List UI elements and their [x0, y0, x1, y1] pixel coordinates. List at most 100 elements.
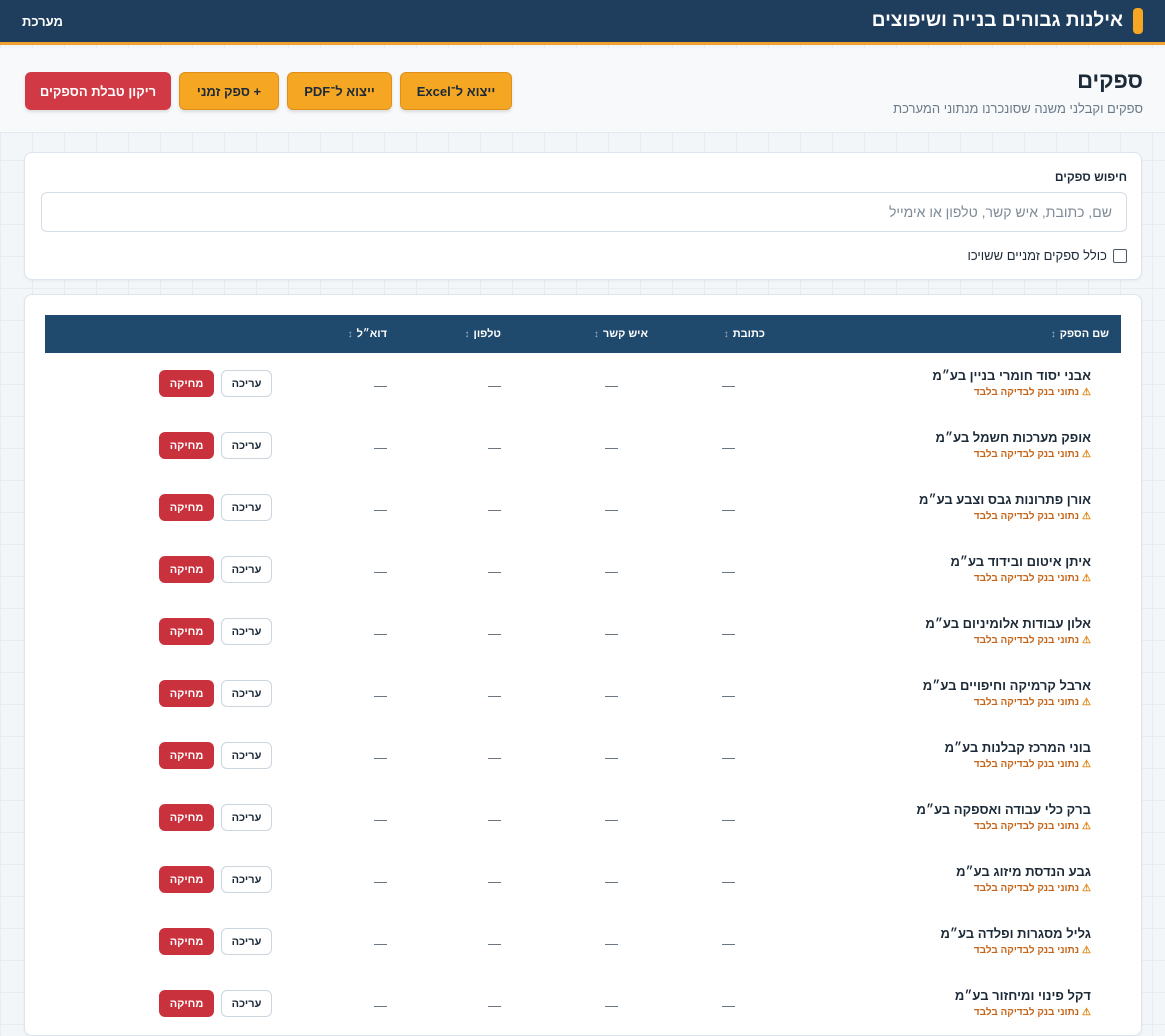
phone-cell: — [488, 936, 501, 951]
export-excel-button[interactable]: ייצוא ל־Excel [400, 72, 512, 110]
edit-button[interactable]: עריכה [221, 370, 272, 397]
column-header-phone[interactable]: טלפון ↕ [465, 315, 501, 353]
edit-button[interactable]: עריכה [221, 742, 272, 769]
supplier-name[interactable]: בוני המרכז קבלנות בע״מ [945, 740, 1091, 755]
column-label: כתובת [732, 328, 765, 340]
table-row: ארבל קרמיקה וחיפויים בע״מ ⚠ נתוני בנק לבדי… [45, 663, 1121, 725]
bank-warning-text: נתוני בנק לבדיקה בלבד [973, 821, 1080, 832]
phone-cell: — [488, 688, 501, 703]
column-header-name[interactable]: שם הספק ↕ [1051, 315, 1109, 353]
include-temp-label: כולל ספקים זמניים ששויכו [967, 248, 1107, 263]
supplier-name-cell: אבני יסוד חומרי בניין בע״מ ⚠ נתוני בנק לבד… [932, 368, 1091, 398]
delete-button[interactable]: מחיקה [159, 990, 214, 1017]
contact-cell: — [605, 812, 618, 827]
include-temp-checkbox[interactable] [1113, 248, 1127, 263]
delete-button[interactable]: מחיקה [159, 680, 214, 707]
bank-warning-text: נתוני בנק לבדיקה בלבד [973, 697, 1080, 708]
phone-cell: — [488, 440, 501, 455]
email-cell: — [374, 874, 387, 889]
page-subtitle: ספקים וקבלני משנה שסונכרנו מנתוני המערכת [893, 101, 1143, 116]
clear-suppliers-button[interactable]: ריקון טבלת הספקים [25, 72, 171, 110]
edit-button[interactable]: עריכה [221, 866, 272, 893]
search-label: חיפוש ספקים [1054, 170, 1127, 184]
address-cell: — [722, 874, 735, 889]
edit-button[interactable]: עריכה [221, 618, 272, 645]
address-cell: — [722, 750, 735, 765]
warning-icon: ⚠ [1082, 573, 1091, 584]
edit-button[interactable]: עריכה [221, 494, 272, 521]
phone-cell: — [488, 564, 501, 579]
supplier-name[interactable]: דקל פינוי ומיחזור בע״מ [955, 988, 1091, 1003]
bank-warning: ⚠ נתוני בנק לבדיקה בלבד [923, 697, 1091, 708]
supplier-name-cell: אופק מערכות חשמל בע״מ ⚠ נתוני בנק לבדיקה ב… [936, 430, 1091, 460]
phone-cell: — [488, 812, 501, 827]
bank-warning: ⚠ נתוני בנק לבדיקה בלבד [925, 635, 1091, 646]
sort-icon: ↕ [347, 328, 353, 340]
table-row: בוני המרכז קבלנות בע״מ ⚠ נתוני בנק לבדיקה … [45, 725, 1121, 787]
address-cell: — [722, 378, 735, 393]
supplier-name[interactable]: אלון עבודות אלומיניום בע״מ [925, 616, 1091, 631]
supplier-name[interactable]: אורן פתרונות גבס וצבע בע״מ [919, 492, 1091, 507]
warning-icon: ⚠ [1082, 697, 1091, 708]
sort-icon: ↕ [464, 328, 470, 340]
delete-button[interactable]: מחיקה [159, 618, 214, 645]
add-temp-supplier-button[interactable]: + ספק זמני [179, 72, 279, 110]
email-cell: — [374, 688, 387, 703]
sort-icon: ↕ [1050, 328, 1056, 340]
address-cell: — [722, 998, 735, 1013]
delete-button[interactable]: מחיקה [159, 866, 214, 893]
email-cell: — [374, 626, 387, 641]
warning-icon: ⚠ [1082, 945, 1091, 956]
contact-cell: — [605, 378, 618, 393]
include-temp-suppliers-option[interactable]: כולל ספקים זמניים ששויכו [967, 248, 1127, 263]
delete-button[interactable]: מחיקה [159, 928, 214, 955]
page-title: ספקים [1077, 68, 1143, 93]
search-card: חיפוש ספקים כולל ספקים זמניים ששויכו [24, 152, 1142, 280]
edit-button[interactable]: עריכה [221, 556, 272, 583]
supplier-name[interactable]: גליל מסגרות ופלדה בע״מ [940, 926, 1091, 941]
column-label: שם הספק [1059, 328, 1109, 340]
supplier-name[interactable]: גבע הנדסת מיזוג בע״מ [956, 864, 1091, 879]
table-header: שם הספק ↕ כתובת ↕ איש קשר ↕ טלפון ↕ דוא״… [45, 315, 1121, 353]
delete-button[interactable]: מחיקה [159, 804, 214, 831]
phone-cell: — [488, 998, 501, 1013]
delete-button[interactable]: מחיקה [159, 370, 214, 397]
delete-button[interactable]: מחיקה [159, 742, 214, 769]
supplier-name[interactable]: איתן איטום ובידוד בע״מ [950, 554, 1091, 569]
column-header-address[interactable]: כתובת ↕ [724, 315, 765, 353]
address-cell: — [722, 564, 735, 579]
search-input[interactable] [41, 192, 1127, 232]
supplier-name[interactable]: ארבל קרמיקה וחיפויים בע״מ [923, 678, 1091, 693]
export-pdf-button[interactable]: ייצוא ל־PDF [287, 72, 392, 110]
column-header-email[interactable]: דוא״ל ↕ [348, 315, 387, 353]
address-cell: — [722, 502, 735, 517]
delete-button[interactable]: מחיקה [159, 432, 214, 459]
supplier-name[interactable]: אבני יסוד חומרי בניין בע״מ [932, 368, 1091, 383]
system-menu-link[interactable]: מערכת [22, 14, 63, 29]
email-cell: — [374, 936, 387, 951]
supplier-name-cell: איתן איטום ובידוד בע״מ ⚠ נתוני בנק לבדיקה … [950, 554, 1091, 584]
brand-logo-icon [1133, 8, 1143, 34]
email-cell: — [374, 440, 387, 455]
edit-button[interactable]: עריכה [221, 432, 272, 459]
brand[interactable]: אילנות גבוהים בנייה ושיפוצים [872, 8, 1143, 34]
column-header-contact[interactable]: איש קשר ↕ [594, 315, 648, 353]
table-row: אופק מערכות חשמל בע״מ ⚠ נתוני בנק לבדיקה ב… [45, 415, 1121, 477]
delete-button[interactable]: מחיקה [159, 494, 214, 521]
warning-icon: ⚠ [1082, 387, 1091, 398]
address-cell: — [722, 440, 735, 455]
supplier-name[interactable]: ברק כלי עבודה ואספקה בע״מ [917, 802, 1091, 817]
address-cell: — [722, 626, 735, 641]
edit-button[interactable]: עריכה [221, 990, 272, 1017]
edit-button[interactable]: עריכה [221, 680, 272, 707]
contact-cell: — [605, 502, 618, 517]
bank-warning-text: נתוני בנק לבדיקה בלבד [973, 387, 1080, 398]
delete-button[interactable]: מחיקה [159, 556, 214, 583]
edit-button[interactable]: עריכה [221, 928, 272, 955]
phone-cell: — [488, 626, 501, 641]
edit-button[interactable]: עריכה [221, 804, 272, 831]
header-actions: ריקון טבלת הספקים + ספק זמני ייצוא ל־PDF… [25, 72, 512, 110]
table-row: דקל פינוי ומיחזור בע״מ ⚠ נתוני בנק לבדיקה … [45, 973, 1121, 1035]
supplier-name[interactable]: אופק מערכות חשמל בע״מ [936, 430, 1091, 445]
email-cell: — [374, 502, 387, 517]
